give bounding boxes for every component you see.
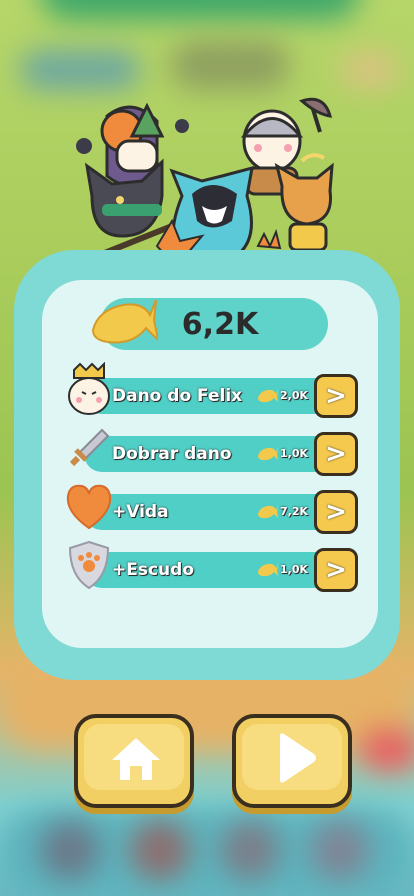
upgrade-label: Dobrar dano — [112, 444, 232, 464]
upgrade-label: +Vida — [112, 502, 169, 522]
home-button[interactable] — [74, 714, 194, 808]
upgrade-label: Dano do Felix — [112, 386, 243, 406]
upgrade-buy-button[interactable]: > — [314, 374, 358, 418]
fish-cookie-icon — [258, 505, 278, 519]
upgrade-row-felix-damage: Dano do Felix 2,0K > — [68, 362, 360, 420]
currency-amount: 6,2K — [181, 307, 259, 342]
upgrade-buy-button[interactable]: > — [314, 432, 358, 476]
heart-icon — [66, 484, 112, 530]
upgrade-buy-button[interactable]: > — [314, 548, 358, 592]
play-button[interactable] — [232, 714, 352, 808]
fish-cookie-icon — [258, 563, 278, 577]
upgrade-cost: 2,0K — [280, 389, 309, 402]
upgrade-cost: 1,0K — [280, 563, 309, 576]
fish-cookie-icon — [258, 447, 278, 461]
felix-cat-icon — [68, 362, 110, 415]
upgrade-buy-button[interactable]: > — [314, 490, 358, 534]
fish-cookie-icon — [91, 299, 158, 344]
upgrade-cost: 7,2K — [280, 505, 309, 518]
upgrade-row-shield: +Escudo 1,0K > — [68, 540, 360, 594]
sword-icon — [69, 428, 110, 467]
home-icon — [112, 738, 160, 780]
play-icon — [280, 733, 316, 783]
fish-cookie-icon — [258, 389, 278, 403]
paw-shield-icon — [68, 540, 110, 590]
upgrade-row-double-damage: Dobrar dano 1,0K > — [69, 428, 360, 478]
upgrade-row-health: +Vida 7,2K > — [66, 484, 360, 536]
upgrade-cost: 1,0K — [280, 447, 309, 460]
cat-heroes-illustration — [70, 97, 334, 276]
upgrade-label: +Escudo — [112, 560, 195, 580]
